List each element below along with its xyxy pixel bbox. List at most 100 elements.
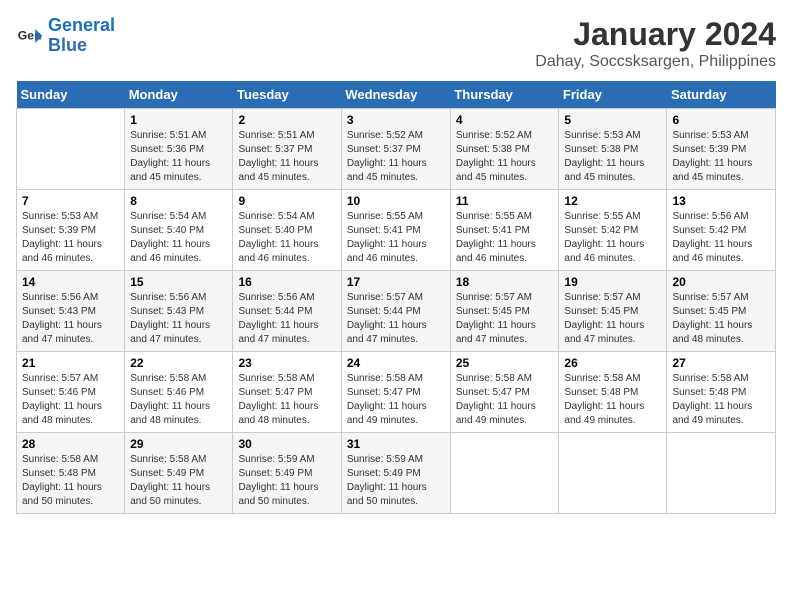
calendar-cell: 16 Sunrise: 5:56 AM Sunset: 5:44 PM Dayli… (233, 271, 341, 352)
day-number: 15 (130, 275, 227, 289)
day-info: Sunrise: 5:57 AM Sunset: 5:45 PM Dayligh… (456, 291, 554, 347)
header-row: SundayMondayTuesdayWednesdayThursdayFrid… (17, 81, 776, 109)
calendar-cell: 15 Sunrise: 5:56 AM Sunset: 5:43 PM Dayli… (125, 271, 233, 352)
calendar-cell: 5Sunrise: 5:53 AM Sunset: 5:38 PM Daylig… (559, 109, 667, 190)
day-info: Sunrise: 5:55 AM Sunset: 5:41 PM Dayligh… (347, 210, 445, 266)
day-info: Sunrise: 5:56 AM Sunset: 5:43 PM Dayligh… (22, 291, 119, 347)
week-row-5: 28 Sunrise: 5:58 AM Sunset: 5:48 PM Dayli… (17, 433, 776, 514)
calendar-cell (667, 433, 776, 514)
day-number: 30 (238, 437, 335, 451)
title-area: January 2024 Dahay, Soccsksargen, Philip… (535, 16, 776, 71)
main-title: January 2024 (535, 16, 776, 53)
day-number: 19 (564, 275, 661, 289)
day-info: Sunrise: 5:58 AM Sunset: 5:47 PM Dayligh… (456, 372, 554, 428)
calendar-cell: 1Sunrise: 5:51 AM Sunset: 5:36 PM Daylig… (125, 109, 233, 190)
day-info: Sunrise: 5:56 AM Sunset: 5:44 PM Dayligh… (238, 291, 335, 347)
day-number: 14 (22, 275, 119, 289)
sub-title: Dahay, Soccsksargen, Philippines (535, 53, 776, 71)
day-number: 24 (347, 356, 445, 370)
logo-icon: Gen (16, 22, 44, 50)
calendar-cell: 23Sunrise: 5:58 AM Sunset: 5:47 PM Dayli… (233, 352, 341, 433)
day-info: Sunrise: 5:59 AM Sunset: 5:49 PM Dayligh… (347, 453, 445, 509)
day-number: 17 (347, 275, 445, 289)
day-info: Sunrise: 5:57 AM Sunset: 5:45 PM Dayligh… (564, 291, 661, 347)
calendar-cell: 10 Sunrise: 5:55 AM Sunset: 5:41 PM Dayli… (341, 190, 450, 271)
week-row-1: 1Sunrise: 5:51 AM Sunset: 5:36 PM Daylig… (17, 109, 776, 190)
calendar-cell: 22 Sunrise: 5:58 AM Sunset: 5:46 PM Dayli… (125, 352, 233, 433)
calendar-cell: 18Sunrise: 5:57 AM Sunset: 5:45 PM Dayli… (450, 271, 559, 352)
calendar-cell: 29 Sunrise: 5:58 AM Sunset: 5:49 PM Dayli… (125, 433, 233, 514)
calendar-cell: 8Sunrise: 5:54 AM Sunset: 5:40 PM Daylig… (125, 190, 233, 271)
day-info: Sunrise: 5:58 AM Sunset: 5:48 PM Dayligh… (22, 453, 119, 509)
day-number: 10 (347, 194, 445, 208)
day-info: Sunrise: 5:58 AM Sunset: 5:47 PM Dayligh… (238, 372, 335, 428)
day-info: Sunrise: 5:51 AM Sunset: 5:36 PM Dayligh… (130, 129, 227, 185)
day-number: 2 (238, 113, 335, 127)
calendar-cell: 3 Sunrise: 5:52 AM Sunset: 5:37 PM Daylig… (341, 109, 450, 190)
calendar-cell: 20Sunrise: 5:57 AM Sunset: 5:45 PM Dayli… (667, 271, 776, 352)
day-number: 20 (672, 275, 770, 289)
calendar-cell (450, 433, 559, 514)
day-info: Sunrise: 5:56 AM Sunset: 5:43 PM Dayligh… (130, 291, 227, 347)
day-info: Sunrise: 5:52 AM Sunset: 5:37 PM Dayligh… (347, 129, 445, 185)
calendar-cell (559, 433, 667, 514)
day-number: 7 (22, 194, 119, 208)
day-info: Sunrise: 5:58 AM Sunset: 5:46 PM Dayligh… (130, 372, 227, 428)
day-info: Sunrise: 5:55 AM Sunset: 5:41 PM Dayligh… (456, 210, 554, 266)
calendar-cell: 2Sunrise: 5:51 AM Sunset: 5:37 PM Daylig… (233, 109, 341, 190)
day-number: 16 (238, 275, 335, 289)
header-cell-monday: Monday (125, 81, 233, 109)
logo: Gen General Blue (16, 16, 115, 56)
day-info: Sunrise: 5:52 AM Sunset: 5:38 PM Dayligh… (456, 129, 554, 185)
calendar-cell: 19 Sunrise: 5:57 AM Sunset: 5:45 PM Dayli… (559, 271, 667, 352)
calendar-table: SundayMondayTuesdayWednesdayThursdayFrid… (16, 81, 776, 514)
calendar-cell: 7 Sunrise: 5:53 AM Sunset: 5:39 PM Daylig… (17, 190, 125, 271)
calendar-cell: 4 Sunrise: 5:52 AM Sunset: 5:38 PM Daylig… (450, 109, 559, 190)
day-info: Sunrise: 5:54 AM Sunset: 5:40 PM Dayligh… (238, 210, 335, 266)
day-number: 27 (672, 356, 770, 370)
day-number: 29 (130, 437, 227, 451)
day-number: 25 (456, 356, 554, 370)
day-info: Sunrise: 5:57 AM Sunset: 5:46 PM Dayligh… (22, 372, 119, 428)
week-row-4: 21 Sunrise: 5:57 AM Sunset: 5:46 PM Dayli… (17, 352, 776, 433)
calendar-cell: 9Sunrise: 5:54 AM Sunset: 5:40 PM Daylig… (233, 190, 341, 271)
calendar-cell: 26Sunrise: 5:58 AM Sunset: 5:48 PM Dayli… (559, 352, 667, 433)
day-number: 4 (456, 113, 554, 127)
logo-line2: Blue (48, 35, 87, 55)
calendar-cell: 25 Sunrise: 5:58 AM Sunset: 5:47 PM Dayli… (450, 352, 559, 433)
day-info: Sunrise: 5:57 AM Sunset: 5:44 PM Dayligh… (347, 291, 445, 347)
day-info: Sunrise: 5:58 AM Sunset: 5:48 PM Dayligh… (672, 372, 770, 428)
calendar-cell: 12 Sunrise: 5:55 AM Sunset: 5:42 PM Dayli… (559, 190, 667, 271)
day-number: 31 (347, 437, 445, 451)
day-number: 11 (456, 194, 554, 208)
header-cell-thursday: Thursday (450, 81, 559, 109)
week-row-2: 7 Sunrise: 5:53 AM Sunset: 5:39 PM Daylig… (17, 190, 776, 271)
day-number: 13 (672, 194, 770, 208)
day-number: 6 (672, 113, 770, 127)
logo-text: General Blue (48, 16, 115, 56)
calendar-cell (17, 109, 125, 190)
logo-line1: General (48, 15, 115, 35)
day-info: Sunrise: 5:56 AM Sunset: 5:42 PM Dayligh… (672, 210, 770, 266)
day-info: Sunrise: 5:55 AM Sunset: 5:42 PM Dayligh… (564, 210, 661, 266)
calendar-cell: 28 Sunrise: 5:58 AM Sunset: 5:48 PM Dayli… (17, 433, 125, 514)
day-info: Sunrise: 5:58 AM Sunset: 5:49 PM Dayligh… (130, 453, 227, 509)
calendar-cell: 30Sunrise: 5:59 AM Sunset: 5:49 PM Dayli… (233, 433, 341, 514)
day-info: Sunrise: 5:53 AM Sunset: 5:39 PM Dayligh… (22, 210, 119, 266)
header-cell-tuesday: Tuesday (233, 81, 341, 109)
header: Gen General Blue January 2024 Dahay, Soc… (16, 16, 776, 71)
day-number: 5 (564, 113, 661, 127)
calendar-cell: 11 Sunrise: 5:55 AM Sunset: 5:41 PM Dayli… (450, 190, 559, 271)
header-cell-friday: Friday (559, 81, 667, 109)
day-number: 28 (22, 437, 119, 451)
day-number: 8 (130, 194, 227, 208)
day-number: 12 (564, 194, 661, 208)
calendar-cell: 31 Sunrise: 5:59 AM Sunset: 5:49 PM Dayli… (341, 433, 450, 514)
day-number: 22 (130, 356, 227, 370)
day-number: 3 (347, 113, 445, 127)
week-row-3: 14 Sunrise: 5:56 AM Sunset: 5:43 PM Dayli… (17, 271, 776, 352)
day-info: Sunrise: 5:58 AM Sunset: 5:47 PM Dayligh… (347, 372, 445, 428)
calendar-cell: 21 Sunrise: 5:57 AM Sunset: 5:46 PM Dayli… (17, 352, 125, 433)
header-cell-wednesday: Wednesday (341, 81, 450, 109)
day-number: 21 (22, 356, 119, 370)
